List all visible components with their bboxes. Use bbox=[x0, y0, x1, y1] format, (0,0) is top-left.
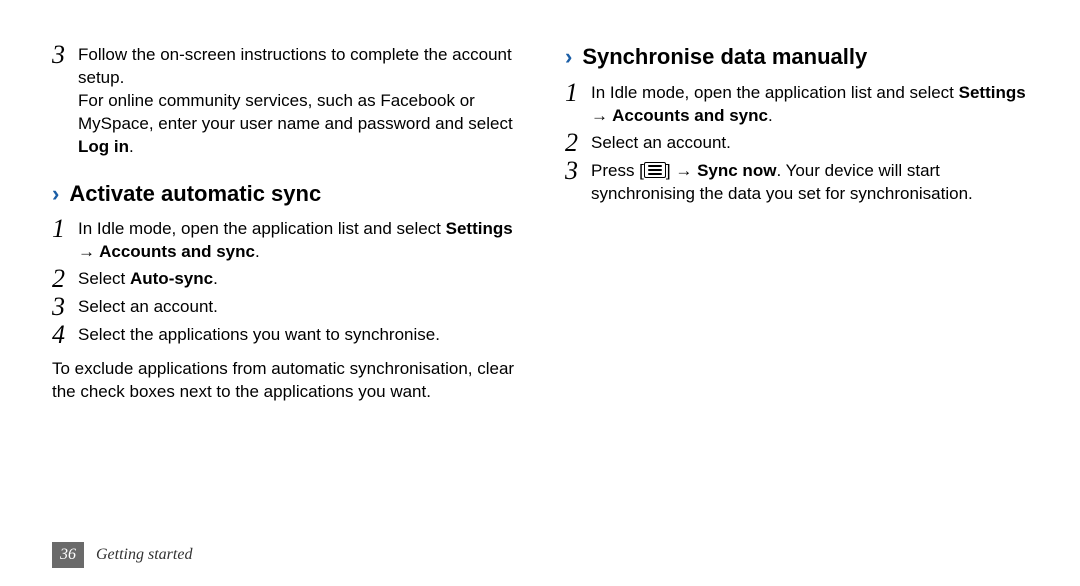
menu-icon bbox=[644, 162, 666, 178]
step-number: 2 bbox=[52, 266, 78, 292]
text: Follow the on-screen instructions to com… bbox=[78, 45, 512, 87]
login-bold: Log in bbox=[78, 137, 129, 156]
step-body: Follow the on-screen instructions to com… bbox=[78, 42, 515, 159]
page-footer: 36 Getting started bbox=[52, 542, 192, 568]
section-title: Activate automatic sync bbox=[69, 179, 321, 209]
exclusion-note: To exclude applications from automatic s… bbox=[52, 358, 515, 404]
step-3: 3 Press [] → Sync now. Your device will … bbox=[565, 158, 1028, 206]
text: Select bbox=[78, 269, 130, 288]
step-body: Select an account. bbox=[591, 130, 1028, 155]
text: Select an account. bbox=[591, 133, 731, 152]
text: Select an account. bbox=[78, 297, 218, 316]
step-number: 1 bbox=[565, 80, 591, 106]
step-4: 4 Select the applications you want to sy… bbox=[52, 322, 515, 348]
text: Select the applications you want to sync… bbox=[78, 325, 440, 344]
text: Press [ bbox=[591, 161, 644, 180]
step-body: Press [] → Sync now. Your device will st… bbox=[591, 158, 1028, 206]
step-number: 3 bbox=[52, 294, 78, 320]
text: For online community services, such as F… bbox=[78, 91, 513, 133]
auto-sync-bold: Auto-sync bbox=[130, 269, 213, 288]
step-body: In Idle mode, open the application list … bbox=[78, 216, 515, 264]
section-title: Synchronise data manually bbox=[582, 42, 867, 72]
footer-section: Getting started bbox=[96, 544, 192, 566]
sync-now-bold: Sync now bbox=[697, 161, 776, 180]
step-body: In Idle mode, open the application list … bbox=[591, 80, 1028, 128]
text: In Idle mode, open the application list … bbox=[591, 83, 959, 102]
step-2: 2 Select an account. bbox=[565, 130, 1028, 156]
text: . bbox=[768, 106, 773, 125]
text: . bbox=[255, 242, 260, 261]
text: In Idle mode, open the application list … bbox=[78, 219, 446, 238]
page-number: 36 bbox=[52, 542, 84, 568]
left-column: 3 Follow the on-screen instructions to c… bbox=[52, 42, 515, 520]
step-3: 3 Select an account. bbox=[52, 294, 515, 320]
page-content: 3 Follow the on-screen instructions to c… bbox=[0, 0, 1080, 520]
step-body: Select the applications you want to sync… bbox=[78, 322, 515, 347]
step-number: 3 bbox=[52, 42, 78, 68]
text: . bbox=[213, 269, 218, 288]
prior-step-3: 3 Follow the on-screen instructions to c… bbox=[52, 42, 515, 159]
step-number: 1 bbox=[52, 216, 78, 242]
step-body: Select an account. bbox=[78, 294, 515, 319]
step-number: 2 bbox=[565, 130, 591, 156]
text: ] → bbox=[666, 161, 697, 180]
step-1: 1 In Idle mode, open the application lis… bbox=[52, 216, 515, 264]
section-activate-sync: › Activate automatic sync bbox=[52, 179, 515, 209]
step-2: 2 Select Auto-sync. bbox=[52, 266, 515, 292]
section-manual-sync: › Synchronise data manually bbox=[565, 42, 1028, 72]
step-1: 1 In Idle mode, open the application lis… bbox=[565, 80, 1028, 128]
right-column: › Synchronise data manually 1 In Idle mo… bbox=[565, 42, 1028, 520]
step-number: 4 bbox=[52, 322, 78, 348]
chevron-icon: › bbox=[565, 46, 572, 68]
text: . bbox=[129, 137, 134, 156]
step-body: Select Auto-sync. bbox=[78, 266, 515, 291]
chevron-icon: › bbox=[52, 183, 59, 205]
step-number: 3 bbox=[565, 158, 591, 184]
